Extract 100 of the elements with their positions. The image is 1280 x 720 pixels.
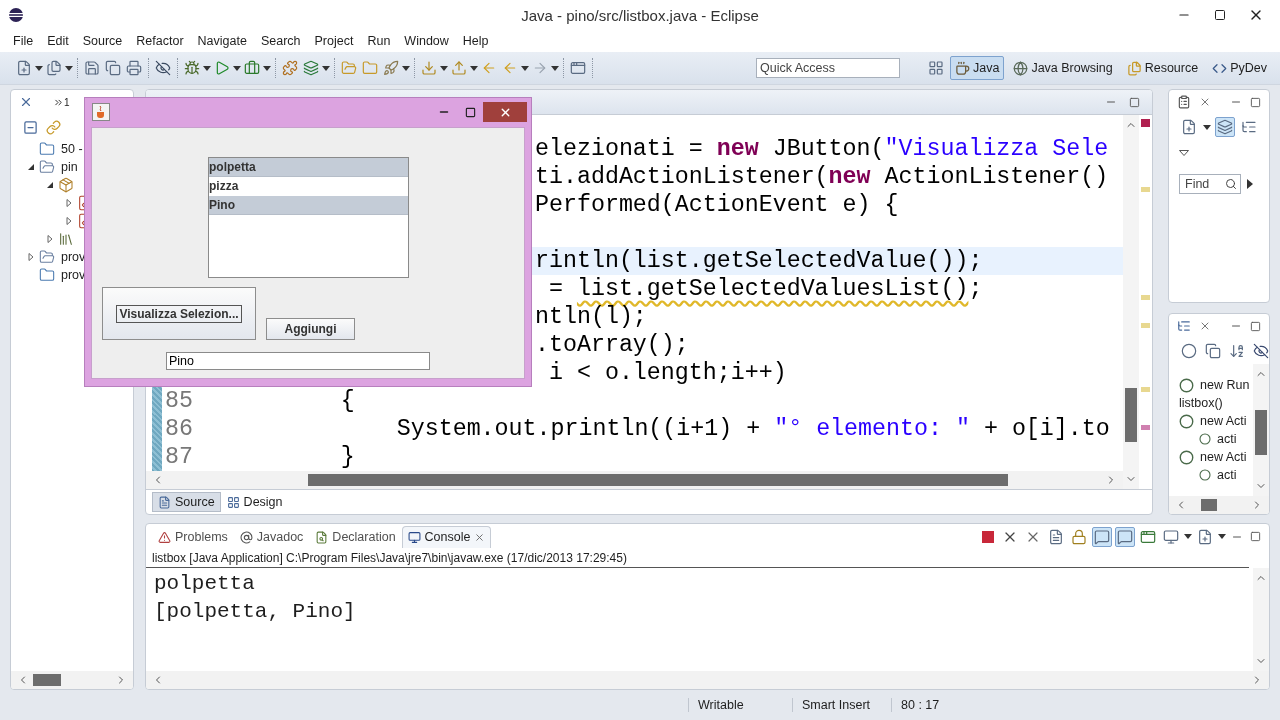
perspective-button[interactable]: Java	[949, 56, 1005, 80]
view-tab[interactable]: Javadoc	[233, 525, 310, 548]
eye-off-icon[interactable]	[1251, 341, 1269, 361]
view-tab[interactable]: Problems	[152, 525, 234, 548]
view-tab[interactable]: Declaration	[309, 525, 402, 548]
dropdown-caret-icon[interactable]	[1203, 124, 1211, 130]
view-menu-icon[interactable]	[1179, 150, 1189, 156]
copy-icon[interactable]	[1203, 341, 1223, 361]
perspective-button[interactable]: Resource	[1121, 56, 1204, 80]
text-field[interactable]: Pino	[166, 352, 430, 370]
outline-item[interactable]: acti	[1217, 468, 1237, 482]
ruler-marker[interactable]	[1141, 425, 1150, 430]
collapsed-arrow-icon[interactable]	[65, 199, 73, 207]
dropdown-caret-icon[interactable]	[1184, 534, 1192, 539]
outline-item[interactable]: new Run	[1200, 378, 1250, 392]
dropdown-caret-icon[interactable]	[203, 65, 211, 71]
dropdown-caret-icon[interactable]	[233, 65, 241, 71]
horizontal-scrollbar[interactable]	[146, 471, 1123, 489]
list-box[interactable]: polpetta pizza Pino	[208, 157, 409, 278]
expanded-arrow-icon[interactable]	[27, 163, 35, 171]
dropdown-caret-icon[interactable]	[322, 65, 330, 71]
list-item[interactable]: Pino	[209, 196, 408, 215]
ruler-marker[interactable]	[1141, 187, 1150, 192]
menu-item[interactable]: Edit	[40, 32, 76, 50]
scroll-thumb[interactable]	[33, 674, 61, 686]
dropdown-caret-icon[interactable]	[440, 65, 448, 71]
horizontal-scrollbar[interactable]	[11, 671, 133, 689]
perspective-button[interactable]: PyDev	[1207, 56, 1272, 80]
vertical-scrollbar[interactable]	[1253, 364, 1269, 496]
search-icon[interactable]	[1225, 178, 1237, 190]
layers-icon[interactable]	[1215, 117, 1235, 137]
puzzle-icon[interactable]	[280, 58, 300, 78]
ruler-marker[interactable]	[1141, 323, 1150, 328]
layers-icon[interactable]	[301, 58, 321, 78]
expand-arrow-icon[interactable]	[1247, 179, 1253, 189]
find-field[interactable]: Find	[1179, 174, 1241, 194]
scroll-thumb[interactable]	[1255, 410, 1267, 455]
editor-tab[interactable]: Source	[152, 492, 221, 512]
code-line: }	[339, 444, 355, 470]
tree-item[interactable]: pin	[61, 160, 78, 174]
view-tab[interactable]: Console	[401, 525, 492, 548]
dropdown-caret-icon[interactable]	[35, 65, 43, 71]
collapsed-arrow-icon[interactable]	[46, 235, 54, 243]
outline-item[interactable]: new Acti	[1200, 414, 1247, 428]
collapsed-arrow-icon[interactable]	[65, 217, 73, 225]
dropdown-caret-icon[interactable]	[263, 65, 271, 71]
list-item[interactable]: pizza	[209, 177, 408, 196]
dropdown-caret-icon[interactable]	[521, 65, 529, 71]
dropdown-caret-icon[interactable]	[402, 65, 410, 71]
perspective-button[interactable]: Java Browsing	[1008, 56, 1118, 80]
vertical-scrollbar[interactable]	[1253, 568, 1269, 671]
status-field: 80 : 17	[891, 698, 971, 712]
action-button[interactable]: Aggiungi	[266, 318, 355, 340]
menu-item[interactable]: Navigate	[190, 32, 254, 50]
editor-tab[interactable]: Design	[220, 492, 289, 512]
ruler-marker[interactable]	[1141, 295, 1150, 300]
hidden-views-tab[interactable]: 1	[53, 96, 70, 108]
quick-access-field[interactable]: Quick Access	[755, 58, 900, 78]
menu-item[interactable]: File	[6, 32, 41, 50]
menu-item[interactable]: Window	[397, 32, 456, 50]
scroll-thumb[interactable]	[1125, 387, 1137, 443]
menu-item[interactable]: Help	[455, 32, 496, 50]
copy-icon[interactable]	[103, 58, 123, 78]
code-line: Performed(ActionEvent e) {	[535, 192, 899, 218]
outline-item[interactable]: new Acti	[1200, 450, 1247, 464]
menu-item[interactable]: Run	[360, 32, 398, 50]
dropdown-caret-icon[interactable]	[65, 65, 73, 71]
expanded-arrow-icon[interactable]	[46, 181, 54, 189]
dropdown-caret-icon[interactable]	[470, 65, 478, 71]
tree-item[interactable]: 50 -	[61, 142, 83, 156]
collapsed-arrow-icon[interactable]	[27, 253, 35, 261]
tree-item[interactable]: prov	[61, 250, 86, 264]
printer-icon[interactable]	[124, 58, 144, 78]
message-icon[interactable]	[1115, 526, 1135, 547]
outline-item[interactable]: listbox()	[1179, 396, 1223, 410]
scroll-thumb[interactable]	[1201, 499, 1217, 511]
files-icon[interactable]	[44, 58, 64, 78]
menu-item[interactable]: Refactor	[129, 32, 191, 50]
vertical-scrollbar[interactable]	[1123, 115, 1139, 489]
tree-item[interactable]: prov	[61, 268, 86, 282]
dropdown-caret-icon[interactable]	[551, 65, 559, 71]
ruler-marker[interactable]	[1141, 387, 1150, 392]
status-field: Smart Insert	[792, 698, 891, 712]
list-item[interactable]: polpetta	[209, 158, 408, 177]
close-icon[interactable]	[474, 531, 486, 543]
eye-off-icon[interactable]	[153, 58, 173, 78]
scroll-thumb[interactable]	[308, 474, 1008, 486]
message-icon[interactable]	[1092, 526, 1112, 547]
circle-icon[interactable]	[1179, 341, 1199, 361]
menu-item[interactable]: Search	[253, 32, 308, 50]
menu-item[interactable]: Source	[75, 32, 130, 50]
action-button[interactable]: Visualizza Selezion...	[102, 287, 256, 340]
ruler-marker[interactable]	[1141, 119, 1150, 127]
menu-item[interactable]: Project	[307, 32, 361, 50]
circle-icon	[1179, 449, 1194, 465]
link-icon[interactable]	[44, 117, 63, 137]
outline-item[interactable]: acti	[1217, 432, 1237, 446]
horizontal-scrollbar[interactable]	[1169, 496, 1269, 514]
save-icon[interactable]	[82, 58, 102, 78]
dropdown-caret-icon[interactable]	[1218, 534, 1226, 539]
